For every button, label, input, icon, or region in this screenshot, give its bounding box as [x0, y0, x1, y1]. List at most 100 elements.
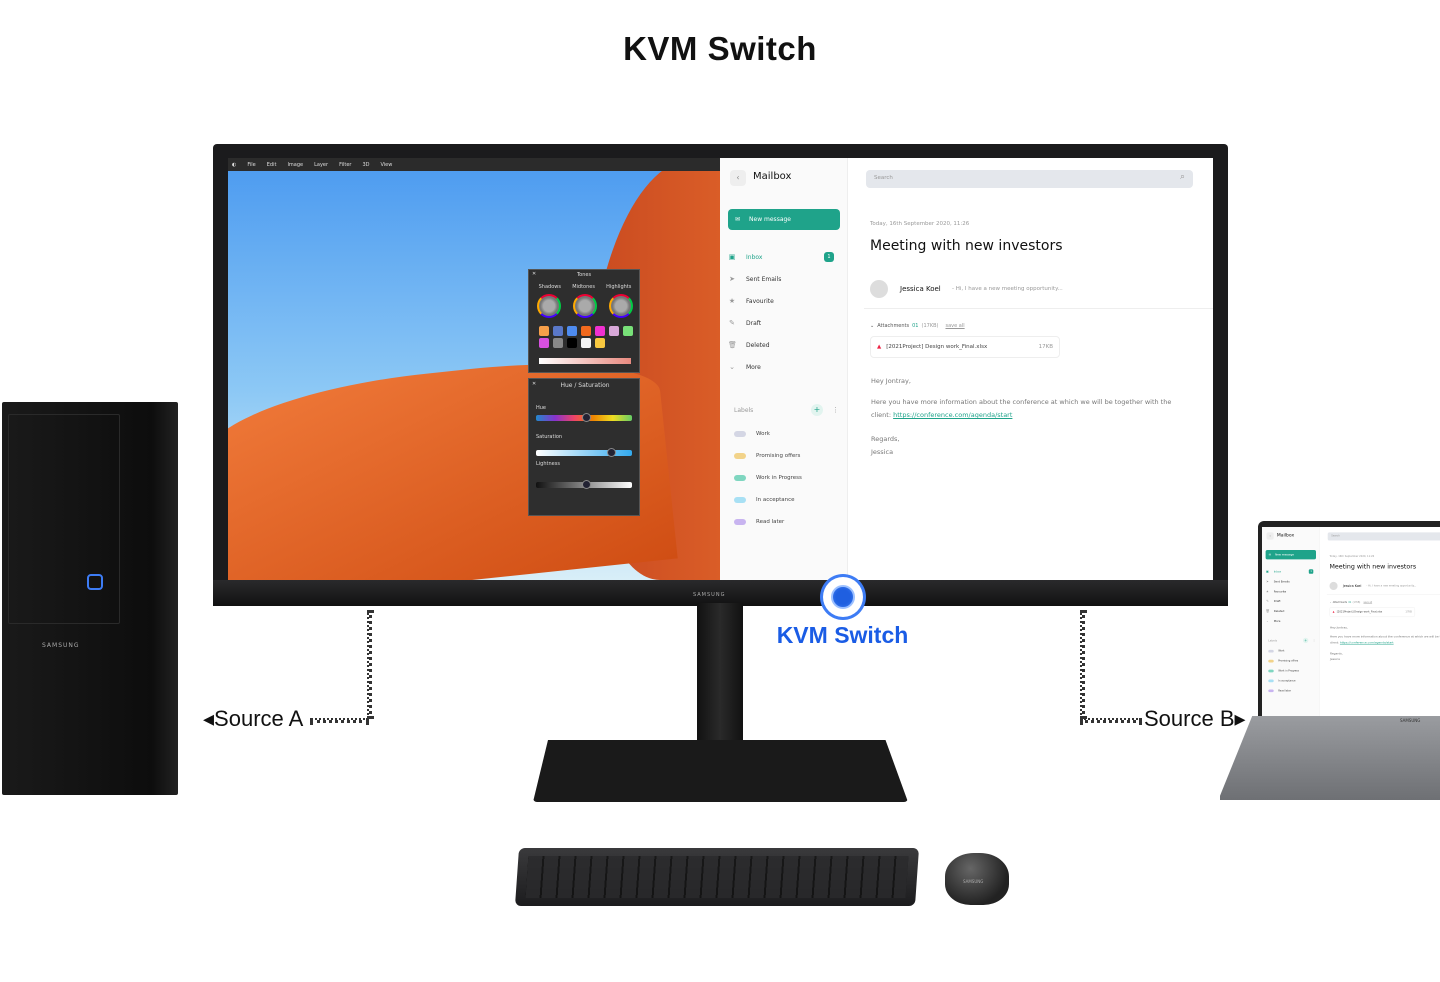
- midtones-wheel[interactable]: [573, 294, 597, 318]
- menu-filter[interactable]: Filter: [339, 162, 351, 168]
- saturation-knob[interactable]: [606, 448, 616, 457]
- email-date: Today, 16th September 2020, 11:26: [1329, 555, 1375, 559]
- sidebar-item-inbox[interactable]: ▣ Inbox 1: [1266, 569, 1314, 574]
- search-input[interactable]: Search ⌕: [1327, 532, 1440, 541]
- add-label-button[interactable]: +: [811, 404, 823, 416]
- color-swatch[interactable]: [595, 326, 605, 336]
- back-button[interactable]: ‹: [730, 170, 746, 186]
- label-item[interactable]: Work: [1268, 649, 1284, 653]
- color-swatch[interactable]: [581, 338, 591, 348]
- color-swatch[interactable]: [553, 338, 563, 348]
- mail-icon: ✉: [1268, 553, 1272, 557]
- menu-edit[interactable]: Edit: [267, 162, 277, 168]
- attachment-file[interactable]: ▲ [2021Project] Design work_Final.xlsx 1…: [1329, 607, 1415, 617]
- keyboard-keys: [525, 856, 909, 898]
- laptop-brand: SAMSUNG: [1400, 718, 1421, 723]
- menu-layer[interactable]: Layer: [314, 162, 328, 168]
- attachment-file[interactable]: ▲ [2021Project] Design work_Final.xlsx 1…: [870, 336, 1060, 358]
- menu-image[interactable]: Image: [287, 162, 303, 168]
- sender-avatar: [870, 280, 888, 298]
- pencil-icon: ✎: [729, 319, 735, 327]
- color-swatch[interactable]: [595, 338, 605, 348]
- email-regards: Regards,: [1329, 651, 1343, 656]
- arrow-right-icon: ▸: [1234, 706, 1246, 731]
- attachments-header: ⌄ Attachments 01 (17KB) save all: [870, 323, 965, 329]
- chevron-down-icon[interactable]: ⌄: [870, 323, 874, 329]
- label-tag-icon: [1268, 659, 1274, 663]
- sidebar-item-inbox[interactable]: ▣ Inbox 1: [728, 252, 834, 262]
- new-message-button[interactable]: ✉ New message: [1265, 549, 1316, 560]
- inbox-icon: ▣: [728, 253, 736, 261]
- more-options-icon[interactable]: ⋮: [1312, 639, 1315, 643]
- conference-link[interactable]: https://conference.com/agenda/start: [1340, 641, 1394, 645]
- email-preview: - Hi, I have a new meeting opportunity..…: [1366, 584, 1417, 588]
- shadows-label: Shadows: [538, 284, 561, 290]
- label-item[interactable]: Read later: [1268, 689, 1291, 693]
- tone-gradient-slider[interactable]: [539, 358, 631, 364]
- saturation-slider[interactable]: [536, 448, 632, 457]
- divider: [864, 308, 1213, 309]
- color-swatch[interactable]: [539, 326, 549, 336]
- label-item[interactable]: In acceptance: [734, 497, 795, 503]
- save-all-link[interactable]: save all: [1363, 601, 1372, 604]
- sidebar-item-draft[interactable]: ✎ Draft: [728, 319, 761, 327]
- color-swatch[interactable]: [539, 338, 549, 348]
- more-options-icon[interactable]: ⋮: [832, 406, 839, 414]
- color-swatch[interactable]: [609, 326, 619, 336]
- sidebar-item-sent-emails[interactable]: ➤ Sent Emails: [1266, 580, 1290, 584]
- menu-3d[interactable]: 3D: [362, 162, 369, 168]
- color-swatch[interactable]: [567, 326, 577, 336]
- color-swatch[interactable]: [553, 326, 563, 336]
- add-label-button[interactable]: +: [1302, 637, 1309, 644]
- mail-app: ‹ Mailbox Search ⌕ ✉ New message ▣ Inbox 1 ➤…: [720, 158, 1213, 580]
- label-item[interactable]: Work in Progress: [1268, 669, 1299, 673]
- color-swatch[interactable]: [567, 338, 577, 348]
- source-a-label: ◂Source A: [203, 706, 304, 731]
- chevron-down-icon[interactable]: ⌄: [1330, 601, 1332, 604]
- mouse: SAMSUNG: [945, 853, 1009, 905]
- sidebar-item-deleted[interactable]: 🗑 Deleted: [728, 341, 770, 349]
- save-all-link[interactable]: save all: [945, 323, 964, 329]
- hue-slider[interactable]: [536, 413, 632, 422]
- mailbox-title: Mailbox: [1276, 532, 1295, 538]
- mail-icon: ✉: [735, 216, 741, 223]
- source-b-connector-h: [1080, 718, 1142, 723]
- sidebar-item-more[interactable]: ⌄ More: [728, 363, 761, 371]
- label-tag-icon: [734, 519, 746, 525]
- shadows-wheel[interactable]: [537, 294, 561, 318]
- label-item[interactable]: Work in Progress: [734, 475, 802, 481]
- kvm-switch-button[interactable]: [823, 577, 863, 617]
- label-item[interactable]: Promising offers: [1268, 659, 1298, 663]
- lightness-knob[interactable]: [581, 480, 591, 489]
- sidebar-item-deleted[interactable]: 🗑 Deleted: [1266, 609, 1285, 613]
- app-logo-icon: ◐: [232, 161, 237, 168]
- search-input[interactable]: Search ⌕: [866, 170, 1193, 188]
- trash-icon: 🗑: [1265, 609, 1270, 613]
- menu-file[interactable]: File: [247, 162, 255, 168]
- menu-view[interactable]: View: [380, 162, 392, 168]
- hue-knob[interactable]: [581, 413, 591, 422]
- lightness-slider[interactable]: [536, 480, 632, 489]
- label-item[interactable]: Promising offers: [734, 453, 800, 459]
- highlights-label: Highlights: [606, 284, 632, 290]
- sidebar-item-draft[interactable]: ✎ Draft: [1266, 599, 1280, 603]
- laptop-mail-app: ‹ Mailbox Search ⌕ ✉New message ▣Inbox1 ➤…: [1262, 527, 1440, 717]
- label-item[interactable]: Work: [734, 431, 770, 437]
- highlights-wheel[interactable]: [609, 294, 633, 318]
- star-icon: ★: [1265, 589, 1269, 594]
- conference-link[interactable]: https://conference.com/agenda/start: [893, 411, 1012, 419]
- new-message-button[interactable]: ✉ New message: [728, 209, 840, 230]
- color-swatch[interactable]: [623, 326, 633, 336]
- sidebar-item-favourite[interactable]: ★ Favourite: [1265, 589, 1286, 594]
- source-a-connector: [367, 610, 372, 719]
- power-button[interactable]: [87, 574, 103, 590]
- sidebar-item-favourite[interactable]: ★ Favourite: [728, 297, 774, 305]
- label-item[interactable]: In acceptance: [1268, 679, 1296, 683]
- label-item[interactable]: Read later: [734, 519, 784, 525]
- email-signature: Jessica: [1329, 657, 1340, 662]
- color-swatch[interactable]: [581, 326, 591, 336]
- sidebar-item-more[interactable]: ⌄ More: [1266, 619, 1280, 623]
- back-button[interactable]: ‹: [1266, 532, 1274, 540]
- hue-saturation-panel: ✕ Hue / Saturation Hue Saturation Lightn…: [528, 378, 640, 516]
- sidebar-item-sent-emails[interactable]: ➤ Sent Emails: [728, 275, 781, 283]
